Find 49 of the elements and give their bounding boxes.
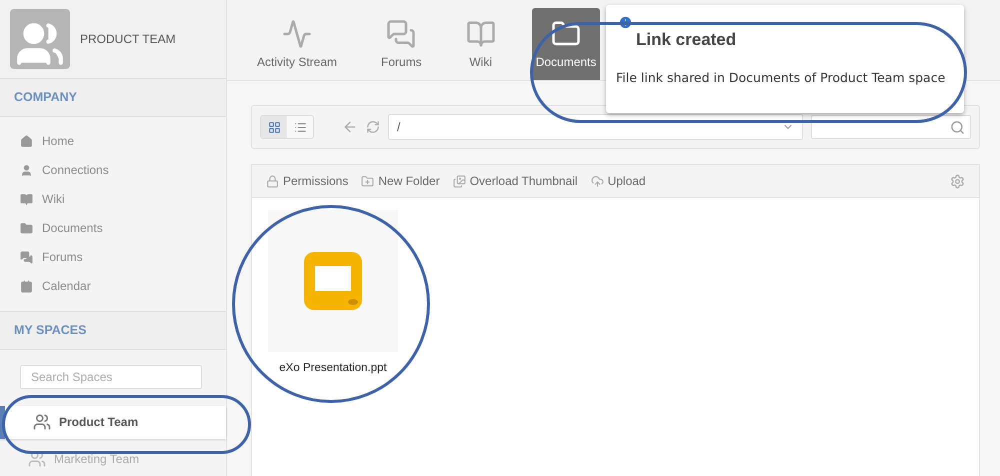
settings-icon[interactable] — [950, 174, 965, 188]
action-button[interactable]: Upload — [590, 174, 646, 188]
space-name: PRODUCT TEAM — [80, 32, 176, 46]
file-thumbnail[interactable] — [268, 210, 398, 352]
connections-icon — [20, 164, 33, 177]
forums-icon — [386, 19, 416, 49]
home-icon — [20, 134, 33, 148]
nav-tab[interactable]: Activity Stream — [249, 8, 346, 80]
calendar-icon — [20, 280, 33, 293]
action-button[interactable]: New Folder — [361, 174, 440, 188]
documents-icon — [20, 222, 33, 235]
presentation-icon — [304, 252, 362, 310]
grid-view-button[interactable] — [261, 116, 287, 138]
notification-title: Link created — [636, 30, 736, 50]
action-button[interactable]: Permissions — [266, 174, 348, 188]
grid-icon — [268, 120, 280, 134]
wiki-icon — [20, 192, 33, 206]
back-button[interactable] — [342, 119, 358, 135]
activity-icon — [282, 19, 312, 49]
folder-icon — [361, 174, 374, 188]
sidebar-item[interactable]: Connections — [20, 156, 226, 185]
nav-tab[interactable]: Documents — [532, 8, 600, 80]
search-field[interactable] — [811, 115, 971, 139]
sidebar-item[interactable]: Documents — [20, 214, 226, 243]
file-name: eXo Presentation.ppt — [279, 362, 387, 374]
nav-tab[interactable]: Forums — [373, 8, 430, 80]
action-button[interactable]: Overload Thumbnail — [452, 174, 578, 188]
list-icon — [294, 120, 306, 134]
lock-icon — [266, 174, 279, 188]
nav-tab[interactable]: Wiki — [458, 8, 504, 80]
section-title: MY SPACES — [0, 310, 226, 350]
group-icon — [33, 413, 51, 432]
section-title: COMPANY — [0, 78, 226, 117]
notification-message: File link shared in Documents of Product Team space — [616, 69, 946, 87]
wiki-icon — [466, 19, 496, 49]
space-avatar — [10, 8, 70, 69]
sidebar-item[interactable]: Forums — [20, 242, 226, 272]
refresh-button[interactable] — [366, 120, 380, 134]
forums-icon — [20, 250, 33, 264]
space-item[interactable]: Product Team — [0, 406, 226, 439]
list-view-button[interactable] — [287, 116, 313, 138]
path-field[interactable]: / — [388, 114, 803, 140]
search-spaces-field[interactable]: Search Spaces — [20, 364, 202, 389]
sidebar-item[interactable]: Home — [20, 126, 226, 156]
sidebar-item[interactable]: Wiki — [20, 184, 226, 214]
search-icon — [950, 120, 965, 134]
upload-icon — [590, 174, 604, 188]
sidebar-item[interactable]: Calendar — [20, 272, 226, 301]
thumbnail-icon — [452, 174, 466, 188]
